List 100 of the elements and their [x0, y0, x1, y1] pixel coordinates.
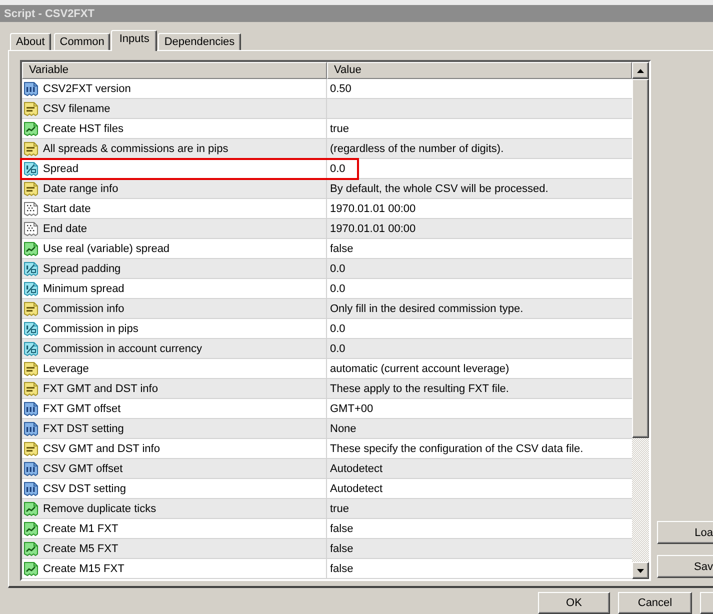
lines-page-icon	[23, 360, 39, 376]
property-row[interactable]: Commission in pips 0.0	[22, 319, 632, 339]
variable-name: Remove duplicate ticks	[43, 502, 156, 516]
property-row[interactable]: Commission in account currency 0.0	[22, 339, 632, 359]
variable-value: 0.0	[330, 322, 346, 336]
tab[interactable]: Common	[54, 33, 110, 50]
scrollbar-thumb[interactable]	[632, 79, 649, 438]
variable-name: CSV GMT offset	[43, 462, 123, 476]
property-row[interactable]: CSV DST setting Autodetect	[22, 479, 632, 499]
variable-name: Minimum spread	[43, 282, 124, 296]
property-row[interactable]: Remove duplicate ticks true	[22, 499, 632, 519]
variable-value: 0.0	[330, 162, 346, 176]
property-row[interactable]: Create M5 FXT false	[22, 539, 632, 559]
property-row[interactable]: Create HST files true	[22, 119, 632, 139]
property-row[interactable]: CSV GMT offset Autodetect	[22, 459, 632, 479]
dialog-button[interactable]: Cancel	[618, 592, 692, 614]
variable-value: By default, the whole CSV will be processed.	[330, 182, 548, 196]
slash-page-icon	[23, 160, 39, 176]
property-row[interactable]: Spread padding 0.0	[22, 259, 632, 279]
property-row[interactable]: FXT GMT offset GMT+00	[22, 399, 632, 419]
bars-page-icon	[23, 460, 39, 476]
variable-value: 1970.01.01 00:00	[330, 202, 416, 216]
variable-name: All spreads & commissions are in pips	[43, 142, 228, 156]
window-title: Script - CSV2FXT	[4, 8, 94, 20]
variable-name: FXT DST setting	[43, 422, 124, 436]
variable-name: Create M1 FXT	[43, 522, 118, 536]
property-row[interactable]: Commission info Only fill in the desired commission type.	[22, 299, 632, 319]
variable-name: Spread padding	[43, 262, 121, 276]
variable-name: Create M5 FXT	[43, 542, 118, 556]
variable-value: Autodetect	[330, 482, 383, 496]
property-row[interactable]: FXT DST setting None	[22, 419, 632, 439]
variable-name: Commission in account currency	[43, 342, 202, 356]
lines-page-icon	[23, 380, 39, 396]
variable-name: Commission info	[43, 302, 124, 316]
slash-page-icon	[23, 320, 39, 336]
zigzag-page-icon	[23, 500, 39, 516]
variable-value: automatic (current account leverage)	[330, 362, 510, 376]
triangle-down-icon	[637, 568, 644, 572]
variable-name: Spread	[43, 162, 78, 176]
variable-name: End date	[43, 222, 88, 236]
variable-value: false	[330, 522, 354, 536]
tab[interactable]: Inputs	[111, 30, 158, 51]
variable-value: true	[330, 502, 349, 516]
variable-value: Only fill in the desired commission type.	[330, 302, 524, 316]
lines-page-icon	[23, 300, 39, 316]
variable-name: CSV DST setting	[43, 482, 126, 496]
triangle-up-icon	[637, 68, 644, 72]
variable-value: These specify the configuration of the CSV data file.	[330, 442, 584, 456]
tab[interactable]: About	[10, 33, 51, 50]
zigzag-page-icon	[23, 520, 39, 536]
variable-value: (regardless of the number of digits).	[330, 142, 504, 156]
variable-name: Use real (variable) spread	[43, 242, 170, 256]
dotted-page-icon	[23, 220, 39, 236]
property-row[interactable]: Minimum spread 0.0	[22, 279, 632, 299]
property-row[interactable]: CSV filename	[22, 99, 632, 119]
variable-value: GMT+00	[330, 402, 374, 416]
dialog-button[interactable]: OK	[538, 592, 610, 614]
slash-page-icon	[23, 340, 39, 356]
property-row[interactable]: Leverage automatic (current account leverage)	[22, 359, 632, 379]
side-button[interactable]: Loa	[657, 521, 713, 544]
tab[interactable]: Dependencies	[158, 33, 241, 50]
property-row[interactable]: Spread 0.0	[22, 159, 632, 179]
variable-value: false	[330, 542, 354, 556]
variable-value: These apply to the resulting FXT file.	[330, 382, 509, 396]
property-row[interactable]: Create M1 FXT false	[22, 519, 632, 539]
side-button[interactable]: Sav	[657, 555, 713, 578]
variable-name: Start date	[43, 202, 91, 216]
bars-page-icon	[23, 420, 39, 436]
zigzag-page-icon	[23, 560, 39, 576]
variable-value: 1970.01.01 00:00	[330, 222, 416, 236]
property-row[interactable]: Start date 1970.01.01 00:00	[22, 199, 632, 219]
variable-name: CSV filename	[43, 102, 110, 116]
variable-name: Leverage	[43, 362, 89, 376]
property-row[interactable]: Date range info By default, the whole CSV will be processed.	[22, 179, 632, 199]
variable-value: None	[330, 422, 356, 436]
property-row[interactable]: End date 1970.01.01 00:00	[22, 219, 632, 239]
scroll-down-button[interactable]	[632, 562, 649, 579]
variable-value: 0.0	[330, 262, 346, 276]
lines-page-icon	[23, 440, 39, 456]
property-row[interactable]: CSV2FXT version 0.50	[22, 79, 632, 99]
variable-value: Autodetect	[330, 462, 383, 476]
zigzag-page-icon	[23, 540, 39, 556]
property-row[interactable]: FXT GMT and DST info These apply to the resulting FXT file.	[22, 379, 632, 399]
scroll-up-button[interactable]	[632, 62, 649, 79]
property-row[interactable]: Use real (variable) spread false	[22, 239, 632, 259]
property-row[interactable]: All spreads & commissions are in pips (regardless of the number of digits).	[22, 139, 632, 159]
variable-name: CSV2FXT version	[43, 82, 131, 96]
property-row[interactable]: CSV GMT and DST info These specify the configuration of the CSV data file.	[22, 439, 632, 459]
property-row[interactable]: Create M15 FXT false	[22, 559, 632, 579]
variable-value: 0.0	[330, 342, 346, 356]
variable-value: true	[330, 122, 349, 136]
cut-off-button[interactable]	[700, 592, 713, 614]
column-header: Value	[327, 62, 632, 79]
zigzag-page-icon	[23, 240, 39, 256]
lines-page-icon	[23, 100, 39, 116]
bars-page-icon	[23, 80, 39, 96]
variable-value: false	[330, 562, 354, 576]
variable-name: Create M15 FXT	[43, 562, 124, 576]
dotted-page-icon	[23, 200, 39, 216]
variable-name: FXT GMT and DST info	[43, 382, 158, 396]
